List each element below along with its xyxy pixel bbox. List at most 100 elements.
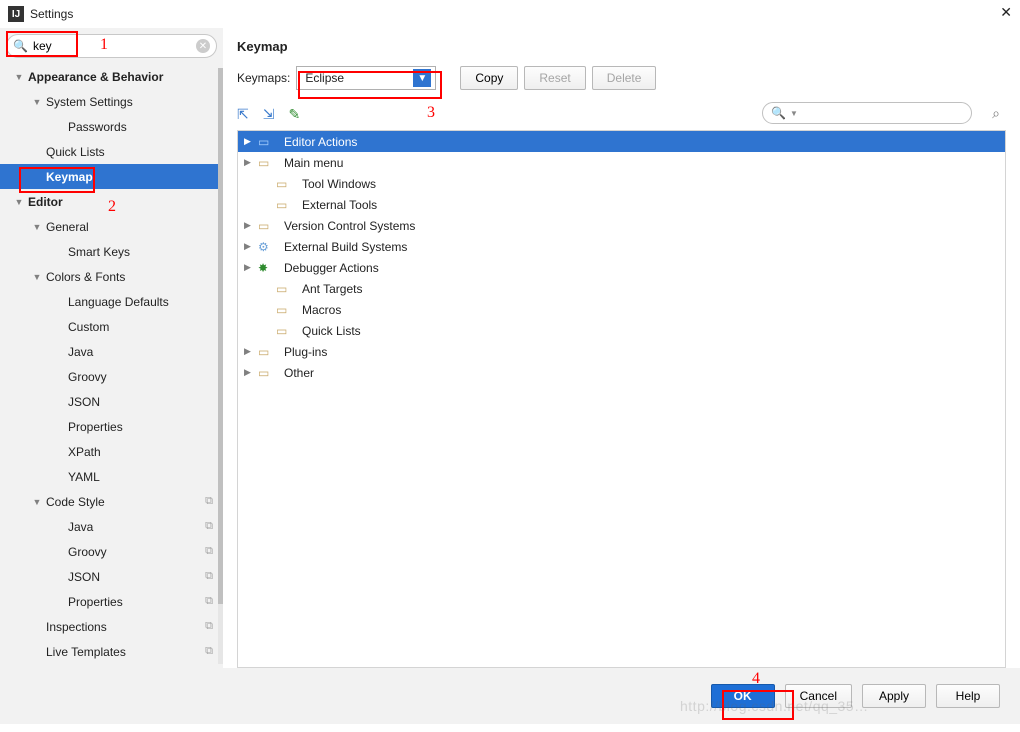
tree-item-label: Inspections [46, 620, 107, 634]
settings-tree[interactable]: ▼Appearance & Behavior▼System SettingsPa… [0, 64, 223, 668]
tree-item-label: XPath [68, 445, 101, 459]
sidebar-item-quick-lists[interactable]: Quick Lists [0, 139, 223, 164]
sidebar-item-java[interactable]: Java [0, 339, 223, 364]
dialog-footer: OK Cancel Apply Help [0, 668, 1020, 724]
action-item-external-build-systems[interactable]: ▶⚙External Build Systems [238, 236, 1005, 257]
chevron-icon: ▼ [14, 197, 24, 207]
scrollbar-thumb[interactable] [218, 68, 223, 604]
apply-button[interactable]: Apply [862, 684, 926, 708]
sidebar-item-json[interactable]: JSON [0, 389, 223, 414]
action-item-label: Editor Actions [284, 135, 357, 149]
action-item-label: Version Control Systems [284, 219, 415, 233]
chevron-icon: ▶ [244, 241, 254, 252]
tree-item-label: System Settings [46, 95, 133, 109]
copy-icon: ⧉ [205, 620, 213, 633]
tree-item-label: Colors & Fonts [46, 270, 125, 284]
sidebar-item-colors---fonts[interactable]: ▼Colors & Fonts [0, 264, 223, 289]
tree-item-label: Smart Keys [68, 245, 130, 259]
expand-all-icon[interactable]: ⇱ [237, 106, 249, 123]
window-title: Settings [30, 7, 73, 21]
keymaps-dropdown[interactable]: Eclipse ▼ [296, 66, 436, 90]
copy-icon: ⧉ [205, 570, 213, 583]
sidebar-item-editor[interactable]: ▼Editor [0, 189, 223, 214]
reset-button[interactable]: Reset [524, 66, 585, 90]
copy-button[interactable]: Copy [460, 66, 518, 90]
clear-icon[interactable]: ✕ [196, 39, 210, 53]
sidebar-item-groovy[interactable]: Groovy [0, 364, 223, 389]
search-icon: 🔍 [771, 106, 786, 120]
find-shortcut-icon[interactable]: ⌕ [992, 105, 1000, 122]
tree-item-label: Appearance & Behavior [28, 70, 163, 84]
sidebar-item-properties[interactable]: Properties ⧉ [0, 589, 223, 614]
sidebar-item-smart-keys[interactable]: Smart Keys [0, 239, 223, 264]
tree-item-label: Properties [68, 595, 123, 609]
sidebar-item-live-templates[interactable]: Live Templates ⧉ [0, 639, 223, 664]
tree-item-label: Java [68, 520, 93, 534]
sidebar-item-appearance---behavior[interactable]: ▼Appearance & Behavior [0, 64, 223, 89]
action-item-external-tools[interactable]: ▭ External Tools [238, 194, 1005, 215]
copy-icon: ⧉ [205, 645, 213, 658]
action-item-macros[interactable]: ▭Macros [238, 299, 1005, 320]
close-icon[interactable]: ✕ [1000, 4, 1012, 21]
actions-search[interactable]: 🔍 ▼ [762, 102, 972, 124]
delete-button[interactable]: Delete [592, 66, 657, 90]
action-item-version-control-systems[interactable]: ▶▭Version Control Systems [238, 215, 1005, 236]
sidebar-item-keymap[interactable]: Keymap [0, 164, 223, 189]
collapse-all-icon[interactable]: ⇲ [263, 106, 275, 123]
tree-item-label: Live Templates [46, 645, 126, 659]
copy-icon: ⧉ [205, 595, 213, 608]
page-title: Keymap [237, 39, 1006, 54]
folder-icon: ▭ [258, 366, 274, 380]
keymaps-selected: Eclipse [305, 71, 344, 85]
chevron-icon: ▶ [244, 136, 254, 147]
action-item-editor-actions[interactable]: ▶ ▭ Editor Actions [238, 131, 1005, 152]
sidebar-item-java[interactable]: Java ⧉ [0, 514, 223, 539]
search-input[interactable] [31, 37, 196, 55]
sidebar-item-xpath[interactable]: XPath [0, 439, 223, 464]
action-item-label: Ant Targets [302, 282, 362, 296]
tree-item-label: Groovy [68, 545, 107, 559]
tree-item-label: Custom [68, 320, 109, 334]
help-button[interactable]: Help [936, 684, 1000, 708]
sidebar-item-yaml[interactable]: YAML [0, 464, 223, 489]
action-item-plug-ins[interactable]: ▶▭Plug-ins [238, 341, 1005, 362]
watermark-text: http://blog.csdn.net/qq_35… [680, 698, 869, 714]
tree-item-label: JSON [68, 570, 100, 584]
tree-item-label: JSON [68, 395, 100, 409]
action-item-label: Tool Windows [302, 177, 376, 191]
gear-icon: ⚙ [258, 240, 274, 254]
action-item-label: External Tools [302, 198, 377, 212]
sidebar-item-inspections[interactable]: Inspections ⧉ [0, 614, 223, 639]
chevron-icon: ▶ [244, 367, 254, 378]
content-panel: Keymap Keymaps: Eclipse ▼ Copy Reset Del… [223, 28, 1020, 668]
sidebar-search[interactable]: 🔍 ✕ [6, 34, 217, 58]
action-item-main-menu[interactable]: ▶▭Main menu [238, 152, 1005, 173]
tree-item-label: Groovy [68, 370, 107, 384]
folder-icon: ▭ [276, 198, 292, 212]
action-item-quick-lists[interactable]: ▭Quick Lists [238, 320, 1005, 341]
chevron-icon: ▶ [244, 157, 254, 168]
chevron-icon: ▼ [32, 97, 42, 107]
tree-item-label: Properties [68, 420, 123, 434]
sidebar-item-groovy[interactable]: Groovy⧉ [0, 539, 223, 564]
action-item-tool-windows[interactable]: ▭Tool Windows [238, 173, 1005, 194]
action-item-other[interactable]: ▶▭Other [238, 362, 1005, 383]
sidebar-item-code-style[interactable]: ▼Code Style⧉ [0, 489, 223, 514]
chevron-down-icon: ▼ [790, 109, 798, 118]
bug-icon: ✸ [258, 261, 274, 275]
sidebar-item-general[interactable]: ▼General [0, 214, 223, 239]
sidebar-item-language-defaults[interactable]: Language Defaults [0, 289, 223, 314]
action-item-ant-targets[interactable]: ▭Ant Targets [238, 278, 1005, 299]
sidebar-item-properties[interactable]: Properties [0, 414, 223, 439]
folder-icon: ▭ [258, 135, 274, 149]
edit-icon[interactable]: ✎ [288, 106, 300, 123]
sidebar-item-custom[interactable]: Custom [0, 314, 223, 339]
sidebar-item-passwords[interactable]: Passwords [0, 114, 223, 139]
copy-icon: ⧉ [205, 520, 213, 533]
tree-item-label: Keymap [46, 170, 93, 184]
actions-tree[interactable]: ▶▭Editor Actions▶▭Main menu▭Tool Windows… [237, 130, 1006, 668]
sidebar-item-system-settings[interactable]: ▼ System Settings [0, 89, 223, 114]
sidebar-item-json[interactable]: JSON ⧉ [0, 564, 223, 589]
keymaps-label: Keymaps: [237, 71, 290, 85]
action-item-debugger-actions[interactable]: ▶✸Debugger Actions [238, 257, 1005, 278]
